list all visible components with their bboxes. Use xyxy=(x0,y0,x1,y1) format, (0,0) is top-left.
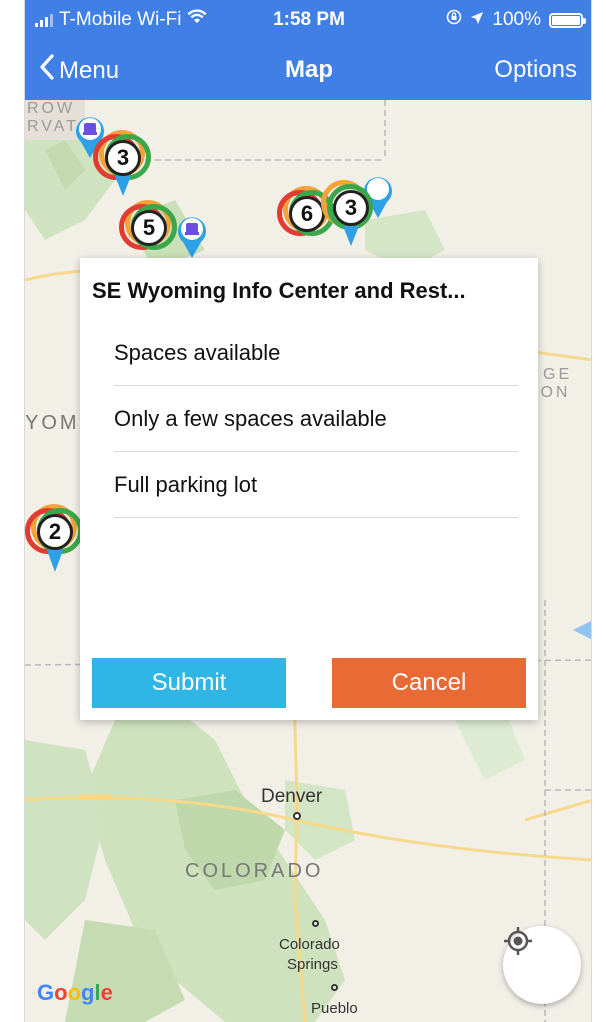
google-logo: Google xyxy=(37,980,113,1005)
status-bar: T-Mobile Wi-Fi 1:58 PM 100% xyxy=(25,0,591,40)
submit-button[interactable]: Submit xyxy=(92,658,286,708)
map-label-right: GE xyxy=(543,366,573,383)
navigation-bar: Menu Map Options xyxy=(25,40,591,100)
marker-cluster[interactable]: 3 xyxy=(93,130,153,200)
status-right: 100% xyxy=(446,9,586,31)
map-label-colorado: COLORADO xyxy=(185,860,324,882)
app-frame: T-Mobile Wi-Fi 1:58 PM 100% Menu Map Opt… xyxy=(24,0,592,1022)
cluster-count: 5 xyxy=(131,210,167,246)
dialog-title: SE Wyoming Info Center and Rest... xyxy=(92,278,466,303)
map-label-region-2: RVAT xyxy=(27,118,80,135)
option-spaces-available[interactable]: Spaces available xyxy=(114,320,518,386)
map-label-region: ROW xyxy=(27,100,76,117)
battery-icon xyxy=(549,12,586,28)
marker-cluster[interactable]: 3 xyxy=(315,180,375,250)
map-label-pueblo: Pueblo xyxy=(311,1000,358,1017)
map-label-right-2: ION xyxy=(533,384,571,401)
orientation-lock-icon xyxy=(446,9,462,31)
map-label-colorado-springs: Colorado xyxy=(279,936,340,953)
marker-cluster[interactable]: 2 xyxy=(25,504,85,574)
my-location-button[interactable] xyxy=(503,926,581,1004)
options-button[interactable]: Options xyxy=(494,56,577,84)
city-dot-pueblo xyxy=(331,984,338,991)
cancel-button[interactable]: Cancel xyxy=(332,658,526,708)
map-label-denver: Denver xyxy=(261,786,323,807)
option-full-lot[interactable]: Full parking lot xyxy=(114,452,518,518)
option-few-spaces[interactable]: Only a few spaces available xyxy=(114,386,518,452)
battery-percent: 100% xyxy=(492,9,541,30)
city-dot-denver xyxy=(293,812,301,820)
cluster-count: 3 xyxy=(333,190,369,226)
location-arrow-icon xyxy=(470,9,484,31)
map-label-wyoming: YOMI xyxy=(25,412,89,434)
city-dot-colorado-springs xyxy=(312,920,319,927)
parking-status-dialog: SE Wyoming Info Center and Rest... Space… xyxy=(80,258,538,720)
cluster-count: 3 xyxy=(105,140,141,176)
map-label-springs: Springs xyxy=(287,956,338,973)
cluster-count: 2 xyxy=(37,514,73,550)
